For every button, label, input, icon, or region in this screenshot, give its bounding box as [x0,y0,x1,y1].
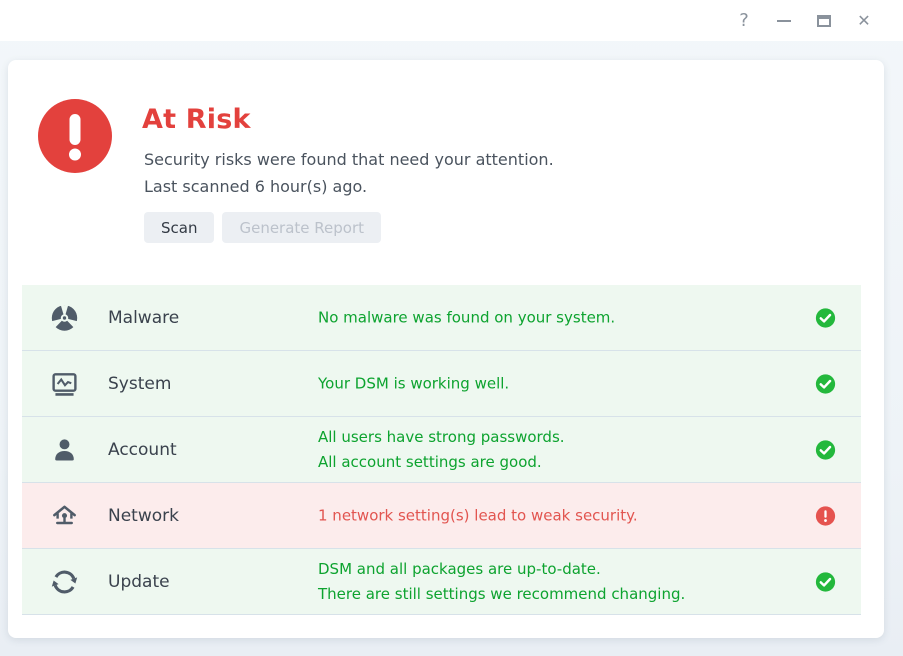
check-label: Malware [108,308,179,328]
check-row-malware[interactable]: Malware No malware was found on your sys… [22,285,861,351]
check-label: Update [108,572,170,592]
status-description-line: Security risks were found that need your… [144,146,554,173]
status-ok-icon [815,307,836,328]
check-message-line: DSM and all packages are up-to-date. [318,557,685,582]
check-message: Your DSM is working well. [318,371,509,396]
scan-button[interactable]: Scan [144,212,214,243]
status-ok-icon [815,439,836,460]
help-glyph: ? [739,10,749,31]
help-icon[interactable]: ? [724,7,764,35]
check-message-line: No malware was found on your system. [318,305,615,330]
check-label: System [108,374,171,394]
malware-icon [50,303,79,332]
check-message: 1 network setting(s) lead to weak securi… [318,503,638,528]
check-message-line: Your DSM is working well. [318,371,509,396]
check-message: All users have strong passwords. All acc… [318,425,565,475]
status-ok-icon [815,373,836,394]
at-risk-alert-icon [37,98,113,174]
check-label: Network [108,506,179,526]
header-buttons: Scan Generate Report [144,212,381,243]
network-icon [50,501,79,530]
window-titlebar: ? ✕ [0,0,903,41]
maximize-glyph [817,15,831,27]
minimize-icon[interactable] [764,7,804,35]
account-icon [50,435,79,464]
check-message-line: 1 network setting(s) lead to weak securi… [318,503,638,528]
check-message: No malware was found on your system. [318,305,615,330]
check-row-network[interactable]: Network 1 network setting(s) lead to wea… [22,483,861,549]
minimize-glyph [777,20,791,22]
check-row-account[interactable]: Account All users have strong passwords.… [22,417,861,483]
page-title: At Risk [142,104,251,135]
last-scanned-text: Last scanned 6 hour(s) ago. [144,173,554,200]
status-description: Security risks were found that need your… [144,146,554,200]
check-label: Account [108,440,177,460]
update-icon [50,567,79,596]
security-checks-list: Malware No malware was found on your sys… [22,285,861,615]
close-icon[interactable]: ✕ [844,7,884,35]
check-row-system[interactable]: System Your DSM is working well. [22,351,861,417]
close-glyph: ✕ [857,11,870,30]
check-row-update[interactable]: Update DSM and all packages are up-to-da… [22,549,861,615]
status-risk-icon [815,505,836,526]
status-ok-icon [815,571,836,592]
check-message-line: All users have strong passwords. [318,425,565,450]
system-icon [50,369,79,398]
check-message: DSM and all packages are up-to-date. The… [318,557,685,607]
check-message-line: All account settings are good. [318,450,565,475]
security-advisor-panel: At Risk Security risks were found that n… [8,60,884,638]
maximize-icon[interactable] [804,7,844,35]
check-message-line: There are still settings we recommend ch… [318,582,685,607]
generate-report-button[interactable]: Generate Report [222,212,381,243]
